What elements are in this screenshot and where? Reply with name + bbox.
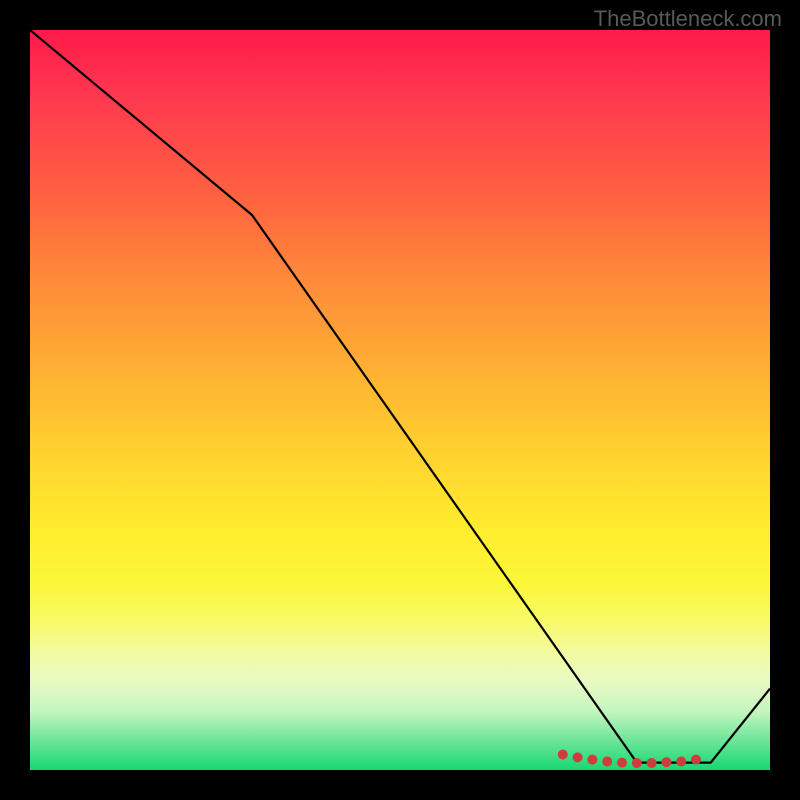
marker-dot: [661, 757, 671, 767]
marker-dot: [632, 758, 642, 768]
marker-dot: [691, 755, 701, 765]
marker-dot: [573, 752, 583, 762]
curve-line: [30, 30, 770, 763]
marker-dot: [587, 755, 597, 765]
marker-dot: [602, 757, 612, 767]
watermark-text: TheBottleneck.com: [594, 6, 782, 32]
marker-dot: [676, 757, 686, 767]
marker-dot: [558, 750, 568, 760]
marker-dot: [647, 758, 657, 768]
chart-svg: [30, 30, 770, 770]
chart-plot-area: [30, 30, 770, 770]
marker-dot: [617, 758, 627, 768]
